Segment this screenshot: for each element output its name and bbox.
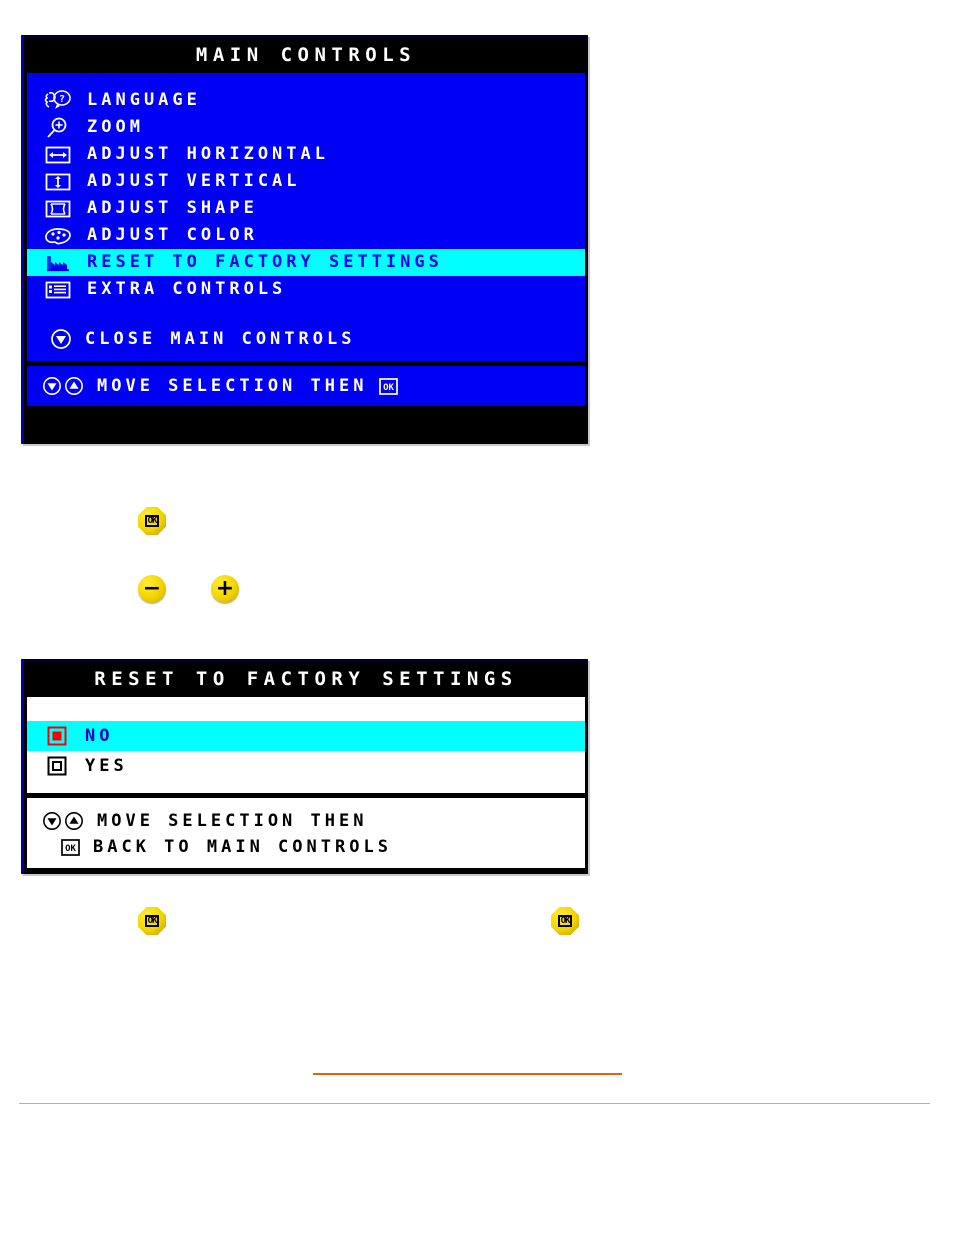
reset-to-factory-settings-osd-panel: RESET TO FACTORY SETTINGS NO YES MOVE SE… bbox=[21, 659, 588, 874]
extra-controls-icon bbox=[43, 279, 73, 301]
main-controls-title: MAIN CONTROLS bbox=[24, 37, 588, 73]
ok-key-icon: OK bbox=[377, 375, 399, 397]
radio-unselected-icon bbox=[45, 755, 69, 777]
reset-options-list: NO YES bbox=[27, 697, 585, 793]
orange-link-underline bbox=[313, 1073, 622, 1075]
arrow-down-circle-icon bbox=[49, 328, 73, 350]
ok-button-1[interactable]: OK bbox=[138, 507, 166, 535]
svg-text:OK: OK bbox=[65, 844, 76, 854]
menu-item-label: ADJUST VERTICAL bbox=[87, 171, 301, 191]
arrow-down-circle-icon bbox=[41, 375, 63, 397]
arrow-up-circle-icon bbox=[63, 810, 85, 832]
reset-footer-text-1: MOVE SELECTION THEN bbox=[97, 810, 368, 831]
reset-list-spacer bbox=[27, 697, 585, 721]
reset-list-spacer-bottom bbox=[27, 781, 585, 793]
menu-item-adjust-shape[interactable]: ADJUST SHAPE bbox=[27, 195, 585, 222]
reset-option-no[interactable]: NO bbox=[27, 721, 585, 751]
zoom-icon bbox=[43, 117, 73, 139]
svg-text:OK: OK bbox=[383, 383, 394, 393]
menu-item-reset-to-factory-settings[interactable]: RESET TO FACTORY SETTINGS bbox=[27, 249, 585, 276]
arrow-down-circle-icon bbox=[41, 810, 63, 832]
menu-item-label: ADJUST SHAPE bbox=[87, 198, 258, 218]
menu-item-zoom[interactable]: ZOOM bbox=[27, 114, 585, 141]
ok-button-3[interactable]: OK bbox=[551, 907, 579, 935]
close-main-controls-label: CLOSE MAIN CONTROLS bbox=[85, 328, 356, 349]
menu-spacer bbox=[27, 303, 585, 323]
reset-panel-footer: MOVE SELECTION THEN OK BACK TO MAIN CONT… bbox=[27, 798, 585, 868]
plus-button[interactable]: + bbox=[211, 575, 239, 603]
ok-key-icon: OK bbox=[59, 836, 81, 858]
menu-item-label: RESET TO FACTORY SETTINGS bbox=[87, 252, 443, 272]
ok-button-face: OK bbox=[138, 507, 166, 535]
adjust-shape-icon bbox=[43, 198, 73, 220]
footer-hint-text: MOVE SELECTION THEN bbox=[97, 375, 368, 396]
ok-label: OK bbox=[144, 915, 160, 927]
menu-item-label: ZOOM bbox=[87, 117, 144, 137]
ok-label: OK bbox=[557, 915, 573, 927]
plus-icon: + bbox=[215, 576, 235, 601]
menu-item-label: ADJUST COLOR bbox=[87, 225, 258, 245]
main-controls-menu-list: ? LANGUAGE ZOOM ADJUST HORIZONTAL ADJUST… bbox=[27, 73, 585, 361]
menu-item-extra-controls[interactable]: EXTRA CONTROLS bbox=[27, 276, 585, 303]
reset-option-label: NO bbox=[85, 725, 114, 746]
menu-item-label: EXTRA CONTROLS bbox=[87, 279, 287, 299]
ok-button-face: OK bbox=[551, 907, 579, 935]
minus-button[interactable]: − bbox=[138, 575, 166, 603]
menu-item-label: LANGUAGE bbox=[87, 90, 201, 110]
reset-footer-line-1: MOVE SELECTION THEN bbox=[27, 808, 585, 834]
menu-item-adjust-horizontal[interactable]: ADJUST HORIZONTAL bbox=[27, 141, 585, 168]
reset-footer-line-2: OK BACK TO MAIN CONTROLS bbox=[27, 834, 585, 860]
plus-button-face: + bbox=[211, 575, 239, 603]
adjust-horizontal-icon bbox=[43, 144, 73, 166]
menu-item-close-main-controls[interactable]: CLOSE MAIN CONTROLS bbox=[27, 323, 585, 355]
ok-button-face: OK bbox=[138, 907, 166, 935]
menu-item-label: ADJUST HORIZONTAL bbox=[87, 144, 329, 164]
radio-selected-icon bbox=[45, 725, 69, 747]
adjust-color-icon bbox=[43, 225, 73, 247]
reset-option-yes[interactable]: YES bbox=[27, 751, 585, 781]
adjust-vertical-icon bbox=[43, 171, 73, 193]
ok-label: OK bbox=[144, 515, 160, 527]
menu-item-language[interactable]: ? LANGUAGE bbox=[27, 87, 585, 114]
language-icon: ? bbox=[43, 90, 73, 112]
main-controls-footer: MOVE SELECTION THEN OK bbox=[27, 366, 585, 406]
menu-item-adjust-vertical[interactable]: ADJUST VERTICAL bbox=[27, 168, 585, 195]
ok-button-2[interactable]: OK bbox=[138, 907, 166, 935]
reset-panel-title: RESET TO FACTORY SETTINGS bbox=[24, 661, 588, 697]
arrow-up-circle-icon bbox=[63, 375, 85, 397]
factory-reset-icon bbox=[43, 252, 73, 274]
reset-footer-text-2: BACK TO MAIN CONTROLS bbox=[93, 836, 392, 857]
minus-button-face: − bbox=[138, 575, 166, 603]
reset-option-label: YES bbox=[85, 755, 128, 776]
main-controls-osd-panel: MAIN CONTROLS ? LANGUAGE ZOOM ADJUST HOR… bbox=[21, 35, 588, 444]
minus-icon: − bbox=[142, 576, 162, 601]
menu-item-adjust-color[interactable]: ADJUST COLOR bbox=[27, 222, 585, 249]
page-divider bbox=[19, 1103, 930, 1104]
svg-text:?: ? bbox=[59, 94, 65, 105]
